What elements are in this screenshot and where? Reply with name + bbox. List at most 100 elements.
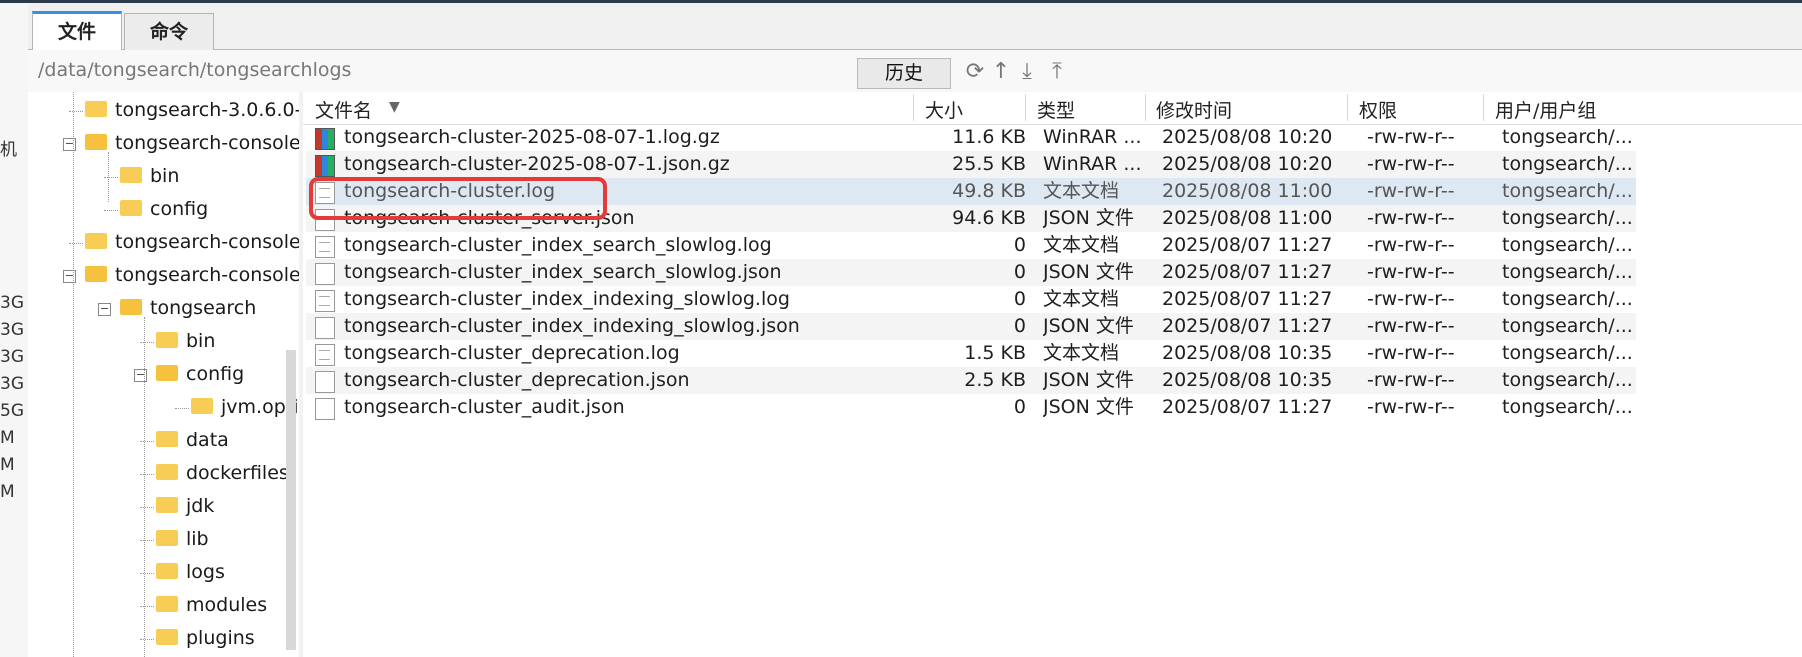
sort-down-icon[interactable]: ▼ — [389, 99, 400, 115]
folder-icon — [156, 628, 178, 645]
header-col-name[interactable]: 文件名 — [315, 96, 372, 123]
directory-tree: tongsearch-3.0.6.0-l tongsearch-console − b… — [28, 92, 300, 657]
tree-connector — [140, 639, 154, 640]
table-row[interactable]: tongsearch-cluster_deprecation.json 2.5 K… — [306, 367, 1636, 394]
file-type: JSON 文件 — [1043, 315, 1134, 337]
tree-item[interactable]: tongsearch-console — [85, 259, 299, 292]
file-modified: 2025/08/08 10:20 — [1162, 153, 1333, 175]
tree-item[interactable]: config — [120, 193, 208, 226]
table-row[interactable]: tongsearch-cluster-2025-08-07-1.json.gz 2… — [306, 151, 1636, 178]
table-header: 文件名 大小 类型 修改时间 权限 用户/用户组 ▼ — [303, 92, 1802, 125]
tree-item[interactable]: dockerfiles — [156, 457, 289, 490]
tree-item[interactable]: tongsearch — [120, 292, 256, 325]
file-type: 文本文档 — [1043, 234, 1120, 256]
tree-item-label: lib — [186, 528, 209, 550]
column-divider[interactable] — [1483, 94, 1484, 121]
tree-item[interactable]: config — [156, 358, 244, 391]
up-arrow-icon[interactable]: ↑ — [988, 59, 1014, 85]
folder-icon — [156, 463, 178, 480]
column-divider[interactable] — [1025, 94, 1026, 121]
edge-label: M — [0, 428, 15, 448]
tree-scrollbar[interactable] — [286, 350, 296, 650]
collapse-icon[interactable]: − — [63, 138, 76, 151]
upload-icon[interactable]: ⤒ — [1044, 59, 1070, 85]
folder-icon — [85, 100, 107, 117]
header-col-permissions[interactable]: 权限 — [1359, 96, 1397, 123]
file-owner: tongsearch/... — [1502, 396, 1633, 418]
file-modified: 2025/08/08 10:35 — [1162, 369, 1333, 391]
file-size: 0 — [1013, 234, 1026, 256]
file-type: 文本文档 — [1043, 180, 1120, 202]
edge-label: 机 — [0, 140, 17, 160]
tree-item[interactable]: data — [156, 424, 229, 457]
file-type: JSON 文件 — [1043, 396, 1134, 418]
tree-item[interactable]: jdk — [156, 490, 214, 523]
file-modified: 2025/08/08 10:35 — [1162, 342, 1333, 364]
path-input[interactable]: /data/tongsearch/tongsearchlogs — [38, 59, 351, 81]
folder-icon — [156, 430, 178, 447]
file-owner: tongsearch/... — [1502, 315, 1633, 337]
folder-icon — [156, 331, 178, 348]
table-row[interactable]: tongsearch-cluster_deprecation.log 1.5 KB… — [306, 340, 1636, 367]
file-size: 94.6 KB — [952, 207, 1026, 229]
edge-label: 3G — [0, 320, 24, 340]
tree-item[interactable]: tongsearch-3.0.6.0-l — [85, 94, 299, 127]
file-permissions: -rw-rw-r-- — [1367, 315, 1455, 337]
refresh-icon[interactable]: ⟳ — [962, 59, 988, 85]
tree-connector — [69, 111, 83, 112]
file-type: JSON 文件 — [1043, 369, 1134, 391]
folder-icon — [85, 133, 107, 150]
header-col-size[interactable]: 大小 — [925, 96, 963, 123]
table-row[interactable]: tongsearch-cluster_index_indexing_slowlo… — [306, 286, 1636, 313]
file-name: tongsearch-cluster_index_indexing_slowlo… — [344, 315, 800, 337]
column-divider[interactable] — [1145, 94, 1146, 121]
file-name: tongsearch-cluster-2025-08-07-1.json.gz — [344, 153, 730, 175]
file-size: 0 — [1013, 396, 1026, 418]
header-col-type[interactable]: 类型 — [1037, 96, 1075, 123]
download-icon[interactable]: ⤓ — [1014, 59, 1040, 85]
folder-icon — [156, 529, 178, 546]
history-button[interactable]: 历史 — [857, 58, 951, 89]
tree-item-label: logs — [186, 561, 225, 583]
collapse-icon[interactable]: − — [98, 303, 111, 316]
file-type: 文本文档 — [1043, 342, 1120, 364]
tab-commands[interactable]: 命令 — [124, 13, 214, 50]
tree-item[interactable]: jvm.optic — [191, 391, 299, 424]
folder-icon — [120, 298, 142, 315]
tree-item[interactable]: lib — [156, 523, 209, 556]
tree-item-label: jdk — [186, 495, 215, 517]
header-col-owner[interactable]: 用户/用户组 — [1495, 96, 1596, 123]
file-permissions: -rw-rw-r-- — [1367, 180, 1455, 202]
tree-guide-line — [144, 317, 145, 657]
tree-item-label: tongsearch-console — [115, 231, 300, 253]
tab-files[interactable]: 文件 — [32, 11, 122, 51]
header-col-modified[interactable]: 修改时间 — [1156, 96, 1232, 123]
text-file-icon — [315, 344, 335, 366]
tree-connector — [140, 342, 154, 343]
tree-item[interactable]: tongsearch-console — [85, 127, 299, 160]
tree-connector — [140, 606, 154, 607]
tree-item[interactable]: bin — [156, 325, 215, 358]
collapse-icon[interactable]: − — [63, 270, 76, 283]
table-row[interactable]: tongsearch-cluster-2025-08-07-1.log.gz 11… — [306, 124, 1636, 151]
collapse-icon[interactable]: − — [134, 369, 147, 382]
tree-item[interactable]: bin — [120, 160, 179, 193]
table-row[interactable]: tongsearch-cluster_index_indexing_slowlo… — [306, 313, 1636, 340]
file-modified: 2025/08/07 11:27 — [1162, 261, 1333, 283]
tree-connector — [140, 441, 154, 442]
column-divider[interactable] — [913, 94, 914, 121]
file-size: 25.5 KB — [952, 153, 1026, 175]
edge-label: M — [0, 455, 15, 475]
table-row[interactable]: tongsearch-cluster_index_search_slowlog.… — [306, 232, 1636, 259]
file-permissions: -rw-rw-r-- — [1367, 261, 1455, 283]
tree-item[interactable]: modules — [156, 589, 267, 622]
tree-item[interactable]: tongsearch-console — [85, 226, 300, 259]
column-divider[interactable] — [1347, 94, 1348, 121]
file-type: WinRAR ... — [1043, 126, 1142, 148]
tree-item[interactable]: logs — [156, 556, 225, 589]
table-row[interactable]: tongsearch-cluster_index_search_slowlog.… — [306, 259, 1636, 286]
tree-item-label: data — [186, 429, 229, 451]
table-row[interactable]: tongsearch-cluster_audit.json 0 JSON 文件 202… — [306, 394, 1636, 421]
tree-item[interactable]: plugins — [156, 622, 255, 655]
file-name: tongsearch-cluster_deprecation.json — [344, 369, 690, 391]
